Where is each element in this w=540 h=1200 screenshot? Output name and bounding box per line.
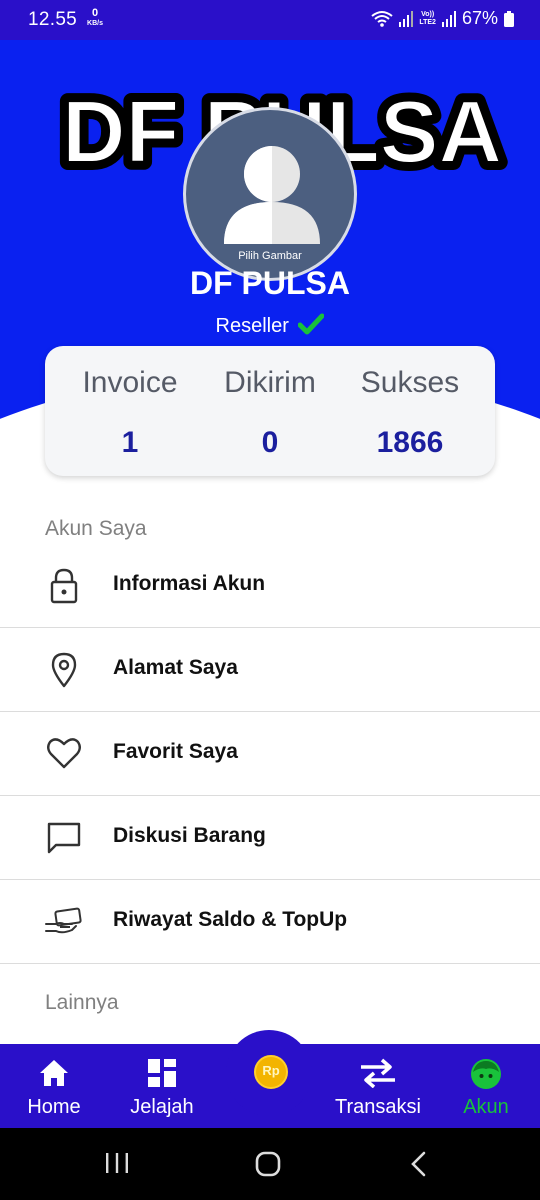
order-stats-card: Invoice 1 Dikirim 0 Sukses 1866: [45, 346, 495, 476]
home-icon: [40, 1060, 68, 1086]
coin-text: Rp: [262, 1063, 280, 1078]
hand-card-icon: [45, 907, 82, 934]
section-title-akun-saya: Akun Saya: [45, 517, 147, 540]
system-navigation-bar: [0, 1128, 540, 1200]
menu-item-label: Favorit Saya: [113, 740, 238, 763]
menu-item-diskusi-barang[interactable]: Diskusi Barang: [0, 796, 540, 880]
stat-value: 1866: [376, 426, 444, 459]
network-speed: 0 KB/s: [83, 7, 107, 28]
profile-name: DF PULSA: [190, 265, 350, 301]
avatar-picker[interactable]: Pilih Gambar: [183, 107, 357, 281]
wifi-icon: [371, 10, 393, 27]
role-label: Reseller: [215, 315, 289, 337]
nav-label: Home: [27, 1096, 81, 1118]
lock-icon: [50, 568, 78, 604]
volte-label: Vo)) LTE2: [419, 11, 436, 27]
menu-item-label: Diskusi Barang: [113, 824, 266, 847]
menu-item-riwayat-saldo[interactable]: Riwayat Saldo & TopUp: [0, 880, 540, 964]
nav-transaksi[interactable]: Transaksi: [326, 1044, 430, 1128]
signal-icon: [399, 10, 414, 27]
network-speed-value: 0: [91, 7, 99, 19]
stat-label: Invoice: [82, 366, 178, 399]
section-title-lainnya: Lainnya: [45, 991, 119, 1014]
verified-check-icon: [298, 313, 325, 335]
back-icon[interactable]: [406, 1150, 432, 1178]
grid-icon: [148, 1059, 176, 1087]
battery-icon: [504, 10, 514, 27]
stat-value: 1: [121, 426, 139, 459]
stat-value: 0: [261, 426, 279, 459]
network-speed-unit: KB/s: [87, 20, 103, 27]
battery-percent: 67%: [461, 8, 498, 28]
app-screen: 12.55 0 KB/s Vo)) LTE2 67% DF PULSA DF P…: [0, 0, 540, 1200]
nav-label: Akun: [463, 1096, 509, 1118]
nav-label: Jelajah: [130, 1096, 194, 1118]
profile-role: Reseller: [0, 313, 540, 338]
stat-label: Dikirim: [224, 366, 316, 399]
volte-top: Vo)): [421, 10, 435, 18]
nav-jelajah[interactable]: Jelajah: [116, 1044, 208, 1128]
home-button-icon[interactable]: [254, 1150, 282, 1178]
menu-item-label: Informasi Akun: [113, 572, 266, 595]
menu-item-alamat-saya[interactable]: Alamat Saya: [0, 628, 540, 712]
status-icons: Vo)) LTE2 67%: [371, 8, 514, 29]
nav-label: Transaksi: [335, 1096, 421, 1118]
menu-item-label: Riwayat Saldo & TopUp: [113, 908, 348, 931]
nav-home[interactable]: Home: [8, 1044, 100, 1128]
face-icon: [471, 1059, 501, 1089]
location-pin-icon: [51, 652, 77, 688]
avatar-caption: Pilih Gambar: [238, 250, 302, 262]
status-bar: 12.55 0 KB/s Vo)) LTE2 67%: [0, 0, 540, 40]
menu-item-favorit-saya[interactable]: Favorit Saya: [0, 712, 540, 796]
menu-item-label: Alamat Saya: [113, 656, 238, 679]
swap-arrows-icon: [361, 1058, 395, 1088]
nav-akun[interactable]: Akun: [446, 1044, 526, 1128]
chat-icon: [47, 822, 81, 854]
menu-item-informasi-akun[interactable]: Informasi Akun: [0, 544, 540, 628]
volte-bottom: LTE2: [419, 18, 436, 26]
recent-apps-icon[interactable]: [104, 1150, 130, 1176]
rupiah-coin-icon[interactable]: Rp: [254, 1055, 288, 1089]
stat-label: Sukses: [360, 366, 460, 399]
signal-icon-2: [441, 10, 456, 27]
status-time: 12.55: [28, 9, 78, 30]
heart-icon: [47, 738, 81, 769]
